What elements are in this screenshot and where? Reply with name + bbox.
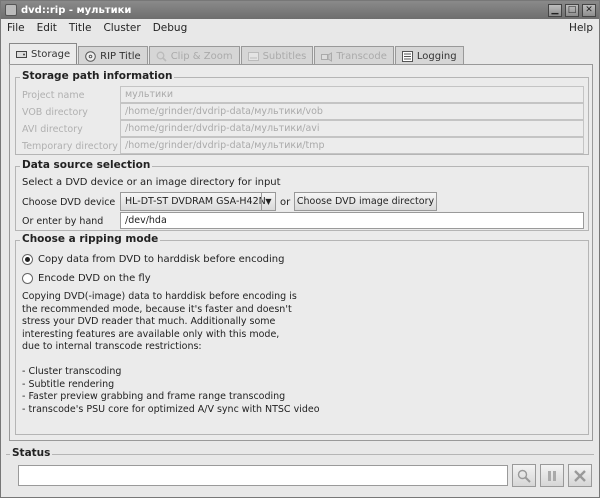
subtitle-icon	[247, 51, 259, 61]
or-label: or	[280, 196, 291, 208]
harddisk-icon	[16, 51, 27, 58]
enter-by-hand-label: Or enter by hand	[22, 215, 104, 227]
magnifier-icon	[156, 51, 167, 62]
menu-help[interactable]: Help	[563, 22, 599, 34]
menu-debug[interactable]: Debug	[147, 22, 194, 34]
data-source-frame: Data source selection Select a DVD devic…	[15, 159, 589, 231]
project-name-field[interactable]: мультики	[120, 86, 584, 103]
window-title: dvd::rip - мультики	[21, 4, 132, 16]
minimize-button[interactable]: ▁	[548, 3, 562, 17]
choose-image-directory-button[interactable]: Choose DVD image directory	[294, 192, 437, 211]
tab-subtitles-label: Subtitles	[262, 50, 307, 62]
storage-page: Storage path information Project name му…	[9, 64, 593, 441]
list-icon	[401, 50, 413, 62]
transcode-icon	[321, 51, 333, 62]
ripping-mode-legend: Choose a ripping mode	[20, 233, 161, 245]
close-window-button[interactable]: ✕	[582, 3, 596, 17]
pause-icon	[548, 470, 556, 481]
storage-path-legend: Storage path information	[20, 70, 175, 82]
project-name-label: Project name	[22, 89, 85, 101]
tab-clip-zoom-label: Clip & Zoom	[170, 50, 233, 62]
tab-rip-title[interactable]: RIP Title	[78, 46, 148, 65]
copy-to-harddisk-option[interactable]: Copy data from DVD to harddisk before en…	[22, 251, 285, 267]
chevron-down-icon: ▼	[261, 193, 275, 210]
vob-directory-label: VOB directory	[22, 106, 88, 118]
tab-clip-zoom[interactable]: Clip & Zoom	[148, 46, 240, 65]
vob-directory-field[interactable]: /home/grinder/dvdrip-data/мультики/vob	[120, 103, 584, 120]
tab-transcode[interactable]: Transcode	[314, 46, 394, 65]
dvd-device-value: HL-DT-ST DVDRAM GSA-H42N	[125, 196, 266, 207]
menu-title[interactable]: Title	[63, 22, 98, 34]
menu-bar: File Edit Title Cluster Debug Help	[1, 19, 599, 37]
tab-transcode-label: Transcode	[336, 50, 387, 62]
ripping-mode-description: Copying DVD(-image) data to harddisk bef…	[22, 291, 320, 415]
tab-logging-label: Logging	[416, 50, 457, 62]
magnifier-icon	[517, 469, 531, 483]
tab-storage-label: Storage	[31, 49, 71, 60]
copy-to-harddisk-label: Copy data from DVD to harddisk before en…	[38, 253, 285, 265]
device-path-input[interactable]: /dev/hda	[120, 212, 584, 229]
app-icon[interactable]	[5, 4, 17, 16]
data-source-intro: Select a DVD device or an image director…	[22, 176, 281, 188]
main-window: dvd::rip - мультики ▁ □ ✕ File Edit Titl…	[0, 0, 600, 498]
data-source-legend: Data source selection	[20, 159, 153, 171]
avi-directory-field[interactable]: /home/grinder/dvdrip-data/мультики/avi	[120, 120, 584, 137]
temp-directory-label: Temporary directory	[22, 140, 118, 152]
dvd-device-combo[interactable]: HL-DT-ST DVDRAM GSA-H42N ▼	[120, 192, 276, 211]
menu-file[interactable]: File	[1, 22, 31, 34]
tab-logging[interactable]: Logging	[394, 46, 464, 65]
avi-directory-label: AVI directory	[22, 123, 83, 135]
menu-edit[interactable]: Edit	[31, 22, 63, 34]
storage-path-frame: Storage path information Project name му…	[15, 70, 589, 155]
tab-storage[interactable]: Storage	[9, 43, 78, 65]
title-bar: dvd::rip - мультики ▁ □ ✕	[1, 1, 599, 19]
maximize-button[interactable]: □	[565, 3, 579, 17]
temp-directory-field[interactable]: /home/grinder/dvdrip-data/мультики/tmp	[120, 137, 584, 154]
pause-button[interactable]	[540, 464, 564, 487]
radio-unchecked[interactable]	[22, 272, 33, 284]
menu-cluster[interactable]: Cluster	[97, 22, 146, 34]
notebook-tabs: Storage RIP Title Clip & Zoom Subtitles …	[9, 43, 465, 65]
cd-icon	[85, 50, 96, 62]
close-icon	[574, 469, 586, 482]
ripping-mode-frame: Choose a ripping mode Copy data from DVD…	[15, 233, 589, 435]
cancel-button[interactable]	[568, 464, 592, 487]
dvd-device-label: Choose DVD device	[22, 196, 116, 208]
encode-on-the-fly-label: Encode DVD on the fly	[38, 272, 151, 284]
tab-subtitles[interactable]: Subtitles	[240, 46, 314, 65]
radio-checked[interactable]	[22, 253, 33, 265]
status-legend: Status	[10, 447, 53, 459]
search-job-button[interactable]	[512, 464, 536, 487]
encode-on-the-fly-option[interactable]: Encode DVD on the fly	[22, 270, 151, 286]
status-field	[18, 465, 508, 486]
tab-rip-title-label: RIP Title	[100, 50, 141, 62]
